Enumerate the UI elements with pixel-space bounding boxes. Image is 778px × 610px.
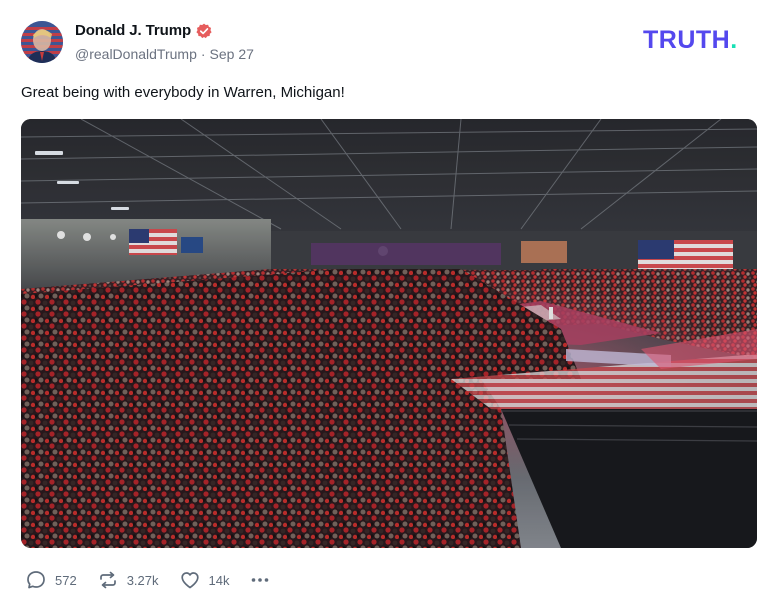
avatar-image	[21, 21, 63, 63]
repost-button[interactable]: 3.27k	[97, 569, 159, 591]
post-meta: @realDonaldTrump · Sep 27	[75, 46, 254, 62]
reply-count: 572	[55, 572, 77, 588]
author-name-row: Donald J. Trump	[75, 22, 212, 39]
post-actions-bar: 572 3.27k 14k	[25, 568, 271, 592]
post-body-text: Great being with everybody in Warren, Mi…	[21, 84, 345, 101]
like-count: 14k	[208, 572, 230, 588]
heart-icon	[180, 572, 199, 589]
like-button[interactable]: 14k	[179, 569, 230, 591]
repost-count: 3.27k	[126, 572, 159, 588]
post-media-photo[interactable]	[21, 119, 757, 548]
logo-text: TRUTH	[643, 26, 731, 54]
repost-icon	[99, 571, 116, 589]
more-options-button[interactable]	[249, 569, 271, 591]
author-handle[interactable]: @realDonaldTrump	[75, 46, 197, 62]
ellipsis-icon	[252, 578, 269, 582]
meta-separator: ·	[200, 46, 206, 62]
post-date[interactable]: Sep 27	[210, 46, 254, 62]
comment-icon	[27, 571, 45, 589]
reply-button[interactable]: 572	[25, 569, 77, 591]
truth-social-post: Donald J. Trump @realDonaldTrump · Sep 2…	[0, 0, 778, 610]
author-avatar[interactable]	[21, 21, 63, 63]
logo-dot: .	[730, 26, 738, 54]
verified-badge-icon	[196, 23, 212, 38]
author-display-name[interactable]: Donald J. Trump	[75, 22, 191, 39]
truth-social-logo[interactable]: TRUTH.	[643, 28, 738, 53]
rally-photo	[21, 119, 757, 548]
